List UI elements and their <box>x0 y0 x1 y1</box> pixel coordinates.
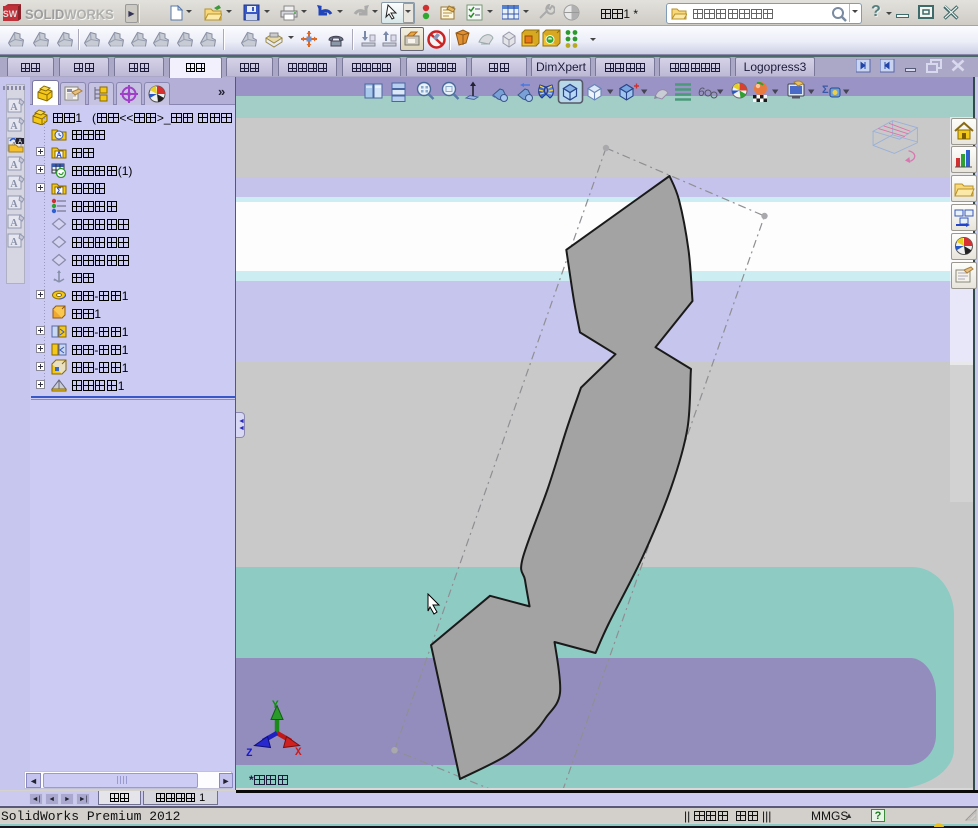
svg-text:6: 6 <box>698 85 705 99</box>
svg-text:X: X <box>295 747 302 759</box>
svg-text:Z: Z <box>246 748 253 760</box>
svg-text:A: A <box>10 121 18 132</box>
svg-text:A: A <box>10 237 18 248</box>
svg-text:Σ: Σ <box>57 186 62 195</box>
svg-text:Y: Y <box>272 700 279 712</box>
svg-text:A: A <box>10 102 18 113</box>
svg-text:A: A <box>10 199 18 210</box>
svg-text:SW: SW <box>3 9 18 19</box>
svg-text:A: A <box>56 151 62 160</box>
svg-text:Σ: Σ <box>822 84 829 96</box>
svg-text:A: A <box>10 179 18 190</box>
svg-text:A: A <box>10 160 18 171</box>
svg-text:A: A <box>18 140 22 146</box>
svg-text:A: A <box>10 218 18 229</box>
